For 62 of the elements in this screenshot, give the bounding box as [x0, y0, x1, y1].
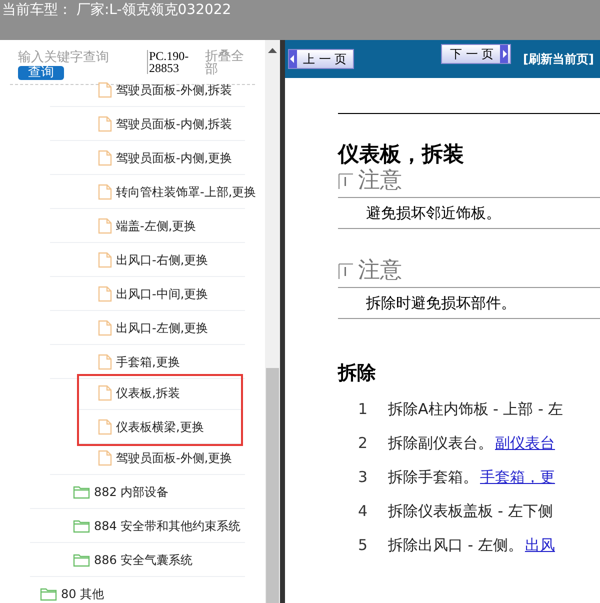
document-icon [98, 218, 112, 234]
caution-icon [338, 262, 354, 280]
step-text: 拆除出风口 - 左侧。 [388, 534, 523, 556]
tree-folder[interactable]: 882 内部设备 [94, 482, 169, 500]
step-text: 拆除副仪表台。 [388, 432, 493, 454]
document-icon [98, 252, 112, 268]
note-text: 拆除时避免损坏部件。 [366, 294, 516, 312]
step-number: 4 [358, 500, 369, 522]
step-number: 1 [358, 398, 369, 420]
document-icon [98, 418, 112, 434]
step-text: 拆除手套箱。 [388, 466, 478, 488]
scrollbar-thumb[interactable] [266, 368, 279, 603]
tree-folder[interactable]: 884 安全带和其他约束系统 [94, 516, 241, 534]
step-text: 拆除仪表板盖板 - 左下侧 [388, 500, 553, 522]
tree-item[interactable]: 驾驶员面板-内侧,更换 [116, 148, 232, 166]
document-icon [98, 82, 112, 98]
scroll-up-icon[interactable] [268, 48, 277, 53]
document-icon [98, 116, 112, 132]
tree-item[interactable]: 仪表板,拆装 [116, 384, 180, 402]
tree-item[interactable]: 出风口-中间,更换 [116, 284, 208, 302]
document-icon [98, 320, 112, 336]
folder-icon [40, 586, 57, 600]
document-icon [98, 354, 112, 370]
code-label: PC.190-28853 [147, 50, 199, 74]
step-link[interactable]: 副仪表台 [495, 432, 555, 454]
tree-folder[interactable]: 886 安全气囊系统 [94, 550, 193, 568]
vehicle-model-title: 当前车型： 厂家:L-领克领克032022 [2, 1, 232, 19]
note-heading: 注意 [358, 257, 402, 285]
tree-folder[interactable]: 80 其他 [61, 584, 104, 602]
note-text: 避免损坏邻近饰板。 [366, 204, 501, 222]
step-number: 2 [358, 432, 369, 454]
refresh-page-link[interactable]: [刷新当前页] [523, 50, 594, 68]
next-page-button[interactable]: 下 一 页 [441, 44, 511, 64]
search-button[interactable]: 查询 [18, 66, 64, 80]
document-icon [98, 286, 112, 302]
caution-icon [338, 172, 354, 190]
step-number: 3 [358, 466, 369, 488]
document-title: 仪表板，拆装 [338, 141, 465, 167]
document-icon [98, 150, 112, 166]
scrollbar[interactable] [265, 40, 280, 603]
document-icon [98, 184, 112, 200]
tree-item[interactable]: 驾驶员面板-外侧,更换 [116, 448, 232, 466]
note-heading: 注意 [358, 167, 402, 195]
step-number: 5 [358, 534, 369, 556]
section-heading: 拆除 [338, 361, 377, 385]
document-icon [98, 384, 112, 400]
folder-icon [73, 518, 90, 532]
step-text: 拆除A柱内饰板 - 上部 - 左 [388, 398, 564, 420]
tree-item[interactable]: 驾驶员面板-内侧,拆装 [116, 114, 232, 132]
step-link[interactable]: 出风 [524, 534, 555, 556]
tree-item[interactable]: 手套箱,更换 [116, 352, 180, 370]
folder-icon [73, 484, 90, 498]
step-link[interactable]: 手套箱，更 [480, 466, 555, 488]
tree-item[interactable]: 驾驶员面板-外侧,拆装 [116, 80, 232, 98]
tree-item[interactable]: 端盖-左侧,更换 [116, 216, 196, 234]
tree-item[interactable]: 仪表板横梁,更换 [116, 418, 204, 436]
folder-icon [73, 552, 90, 566]
tree-item[interactable]: 出风口-左侧,更换 [116, 318, 208, 336]
tree-item[interactable]: 出风口-右侧,更换 [116, 250, 208, 268]
previous-page-button[interactable]: 上 一 页 [288, 49, 354, 69]
tree-item[interactable]: 转向管柱装饰罩-上部,更换 [116, 182, 256, 200]
document-icon [98, 450, 112, 466]
